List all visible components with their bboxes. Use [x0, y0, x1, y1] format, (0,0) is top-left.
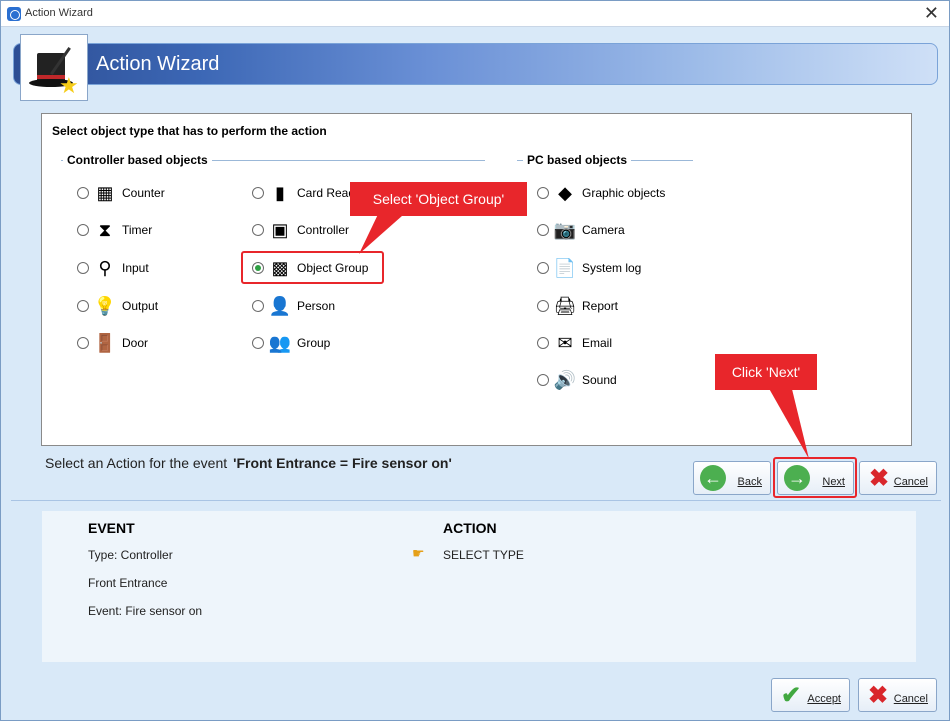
event-name: Event: Fire sensor on	[88, 604, 203, 618]
cancel-button[interactable]: ✖ Cancel	[859, 461, 937, 495]
event-type: Type: Controller	[88, 548, 173, 562]
option-label: Group	[297, 336, 331, 350]
action-wizard-window: Action Wizard ✕ ★ Action Wizard Select o…	[0, 0, 950, 721]
callout-pointer	[767, 385, 809, 459]
email-icon: ✉	[557, 333, 573, 353]
input-icon: ⚲	[98, 258, 112, 278]
option-system-log[interactable]: 📄 System log	[537, 255, 641, 281]
radio-button[interactable]	[77, 300, 89, 312]
option-graphic-objects[interactable]: ◆ Graphic objects	[537, 180, 665, 206]
panel-heading: Select object type that has to perform t…	[52, 124, 327, 138]
radio-button[interactable]	[537, 374, 549, 386]
title-bar: Action Wizard ✕	[1, 1, 949, 27]
cancel-x-icon: ✖	[868, 464, 890, 492]
back-button[interactable]: ← Back	[693, 461, 771, 495]
speaker-icon: 🔊	[553, 370, 577, 390]
option-sound[interactable]: 🔊 Sound	[537, 367, 617, 393]
door-icon: 🚪	[93, 333, 117, 353]
radio-button[interactable]	[252, 337, 264, 349]
pointing-hand-icon: ☛	[412, 545, 425, 561]
back-label: Back	[737, 476, 762, 488]
option-door[interactable]: 🚪 Door	[77, 330, 148, 356]
accept-label: Accept	[807, 693, 841, 705]
option-email[interactable]: ✉ Email	[537, 330, 612, 356]
option-label: Report	[582, 299, 619, 313]
printer-icon: 🖨	[553, 296, 577, 316]
radio-button[interactable]	[252, 300, 264, 312]
option-counter[interactable]: ▦ Counter	[77, 180, 165, 206]
option-label: Door	[122, 336, 149, 350]
checkmark-icon: ✔	[780, 681, 802, 709]
action-heading: ACTION	[443, 520, 497, 536]
event-prompt: Select an Action for the event 'Front Ent…	[45, 455, 452, 471]
cancel-x-icon: ✖	[867, 681, 889, 709]
magic-hat-icon: ★	[20, 34, 88, 101]
next-highlight	[773, 457, 857, 498]
radio-button[interactable]	[537, 224, 549, 236]
card-reader-icon: ▮	[275, 183, 285, 203]
arrow-left-icon: ←	[700, 465, 726, 491]
person-icon: 👤	[268, 296, 292, 316]
cancel-label: Cancel	[893, 476, 928, 488]
event-action-summary: EVENT ACTION Type: Controller Front Entr…	[42, 511, 916, 662]
footer-cancel-button[interactable]: ✖ Cancel	[858, 678, 937, 712]
action-value: SELECT TYPE	[443, 548, 524, 562]
option-output[interactable]: 💡 Output	[77, 293, 158, 319]
option-label: Counter	[122, 186, 165, 200]
option-label: Timer	[122, 223, 153, 237]
option-label: Graphic objects	[582, 186, 666, 200]
prompt-event-name: 'Front Entrance = Fire sensor on'	[233, 455, 452, 471]
radio-button[interactable]	[252, 224, 264, 236]
radio-button[interactable]	[77, 187, 89, 199]
event-heading: EVENT	[88, 520, 135, 536]
radio-button[interactable]	[537, 262, 549, 274]
option-label: Email	[582, 336, 613, 350]
radio-button[interactable]	[537, 337, 549, 349]
option-timer[interactable]: ⧗ Timer	[77, 217, 152, 243]
controller-icon: ▣	[271, 220, 289, 240]
object-group-callout: Select 'Object Group'	[350, 182, 527, 216]
option-controller[interactable]: ▣ Controller	[252, 217, 349, 243]
graphic-objects-icon: ◆	[558, 183, 572, 203]
radio-button[interactable]	[77, 337, 89, 349]
lightbulb-icon: 💡	[93, 296, 117, 316]
cancel-label: Cancel	[893, 693, 928, 705]
option-report[interactable]: 🖨 Report	[537, 293, 618, 319]
section-separator	[11, 500, 941, 501]
event-object: Front Entrance	[88, 576, 168, 590]
radio-button[interactable]	[77, 224, 89, 236]
option-person[interactable]: 👤 Person	[252, 293, 335, 319]
next-callout: Click 'Next'	[715, 354, 817, 390]
system-log-icon: 📄	[553, 258, 577, 278]
counter-icon: ▦	[96, 183, 114, 203]
app-logo-icon	[7, 7, 21, 21]
hourglass-icon: ⧗	[98, 220, 112, 240]
radio-button[interactable]	[537, 187, 549, 199]
option-card-reader[interactable]: ▮ Card Reader	[252, 180, 366, 206]
radio-button[interactable]	[252, 187, 264, 199]
radio-button[interactable]	[537, 300, 549, 312]
option-label: Person	[297, 299, 336, 313]
option-input[interactable]: ⚲ Input	[77, 255, 149, 281]
radio-button[interactable]	[77, 262, 89, 274]
option-group[interactable]: 👥 Group	[252, 330, 330, 356]
option-label: Sound	[582, 373, 617, 387]
camera-icon: 📷	[553, 220, 577, 240]
group-icon: 👥	[268, 333, 292, 353]
pc-group-title: PC based objects	[523, 153, 632, 167]
option-label: Input	[122, 261, 149, 275]
option-camera[interactable]: 📷 Camera	[537, 217, 625, 243]
close-icon[interactable]: ✕	[924, 3, 939, 24]
option-label: Camera	[582, 223, 625, 237]
option-label: Output	[122, 299, 159, 313]
window-title: Action Wizard	[25, 7, 93, 19]
controller-group-title: Controller based objects	[63, 153, 212, 167]
accept-button[interactable]: ✔ Accept	[771, 678, 850, 712]
banner-title: Action Wizard	[96, 53, 220, 75]
prompt-prefix: Select an Action for the event	[45, 455, 228, 471]
option-label: System log	[582, 261, 642, 275]
